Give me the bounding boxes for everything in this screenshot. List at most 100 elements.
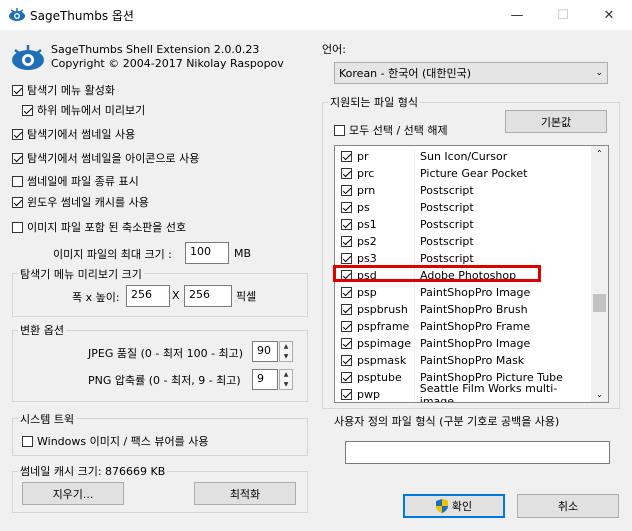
preview-size-title: 탐색기 메뉴 미리보기 크기 — [18, 266, 144, 282]
filetype-description: PaintShopPro Image — [420, 337, 531, 350]
windows-cache-option[interactable]: 윈도우 썸네일 캐시를 사용 — [12, 194, 149, 210]
filetype-ext: ps2 — [357, 235, 377, 248]
filetype-checkbox[interactable] — [341, 355, 352, 366]
list-item[interactable]: prn Postscript — [335, 182, 591, 199]
filetype-ext: pspframe — [357, 320, 410, 333]
thumb-as-icons-option[interactable]: 탐색기에서 썸네일을 아이콘으로 사용 — [12, 150, 199, 166]
thumb-as-icons-checkbox[interactable] — [12, 152, 23, 164]
ok-button[interactable]: 확인 — [403, 494, 505, 518]
spin-up-icon[interactable]: ▲ — [280, 370, 292, 380]
list-item[interactable]: ps2 Postscript — [335, 233, 591, 250]
select-all-checkbox[interactable] — [334, 124, 345, 136]
list-item[interactable]: pspframe PaintShopPro Frame — [335, 318, 591, 335]
show-filetype-option[interactable]: 썸네일에 파일 종류 표시 — [12, 173, 139, 189]
submenu-preview-option[interactable]: 하위 메뉴에서 미리보기 — [22, 102, 145, 118]
spin-down-icon[interactable]: ▼ — [280, 380, 292, 390]
filetype-checkbox[interactable] — [341, 287, 352, 298]
cache-size-label: 썸네일 캐시 크기: 876669 KB — [18, 463, 168, 479]
list-scrollbar[interactable]: ⌃ ⌄ — [591, 146, 608, 402]
preview-width-input[interactable]: 256 — [126, 285, 170, 307]
select-all-option[interactable]: 모두 선택 / 선택 해제 — [334, 122, 448, 138]
close-button[interactable]: ✕ — [586, 0, 632, 30]
prefer-embedded-checkbox[interactable] — [12, 221, 23, 233]
png-compression-spinner[interactable]: ▲ ▼ — [279, 369, 293, 390]
preview-x-label: X — [172, 289, 180, 302]
filetype-checkbox[interactable] — [341, 236, 352, 247]
filetype-checkbox[interactable] — [341, 202, 352, 213]
filetype-ext: prn — [357, 184, 376, 197]
scroll-up-icon[interactable]: ⌃ — [591, 149, 608, 158]
submenu-preview-checkbox[interactable] — [22, 104, 33, 116]
filetype-checkbox[interactable] — [341, 168, 352, 179]
spin-down-icon[interactable]: ▼ — [280, 352, 292, 362]
list-item[interactable]: ps1 Postscript — [335, 216, 591, 233]
filetypes-title: 지원되는 파일 형식 — [328, 94, 420, 110]
cancel-button[interactable]: 취소 — [517, 494, 619, 518]
filetype-checkbox[interactable] — [341, 389, 352, 400]
filetype-ext: ps3 — [357, 252, 377, 265]
list-item[interactable]: psptube PaintShopPro Picture Tube — [335, 369, 591, 386]
filetype-checkbox[interactable] — [341, 253, 352, 264]
filetype-checkbox[interactable] — [341, 151, 352, 162]
filetype-description: PaintShopPro Frame — [420, 320, 531, 333]
filetype-ext: pspbrush — [357, 303, 408, 316]
preview-unit: 픽셀 — [236, 290, 257, 303]
filetype-checkbox[interactable] — [341, 304, 352, 315]
filetype-checkbox[interactable] — [341, 219, 352, 230]
minimize-button[interactable]: — — [494, 0, 540, 30]
use-thumbnails-option[interactable]: 탐색기에서 썸네일 사용 — [12, 126, 135, 142]
scroll-thumb[interactable] — [593, 294, 606, 312]
filetype-ext: ps1 — [357, 218, 377, 231]
use-thumbnails-checkbox[interactable] — [12, 128, 23, 140]
psd-row-highlight — [333, 265, 541, 282]
uac-shield-icon — [435, 499, 448, 513]
show-filetype-checkbox[interactable] — [12, 175, 23, 187]
png-compression-input[interactable]: 9 — [252, 369, 278, 390]
copyright-text: Copyright © 2004-2017 Nikolay Raspopov — [51, 57, 284, 70]
scroll-down-icon[interactable]: ⌄ — [591, 390, 608, 399]
list-item[interactable]: pwp Seattle Film Works multi-image — [335, 382, 591, 402]
clear-cache-button[interactable]: 지우기... — [22, 482, 124, 505]
preview-height-input[interactable]: 256 — [184, 285, 232, 307]
optimize-cache-button[interactable]: 최적화 — [194, 482, 296, 505]
custom-types-input[interactable] — [345, 441, 610, 464]
filetype-checkbox[interactable] — [341, 321, 352, 332]
language-label: 언어: — [322, 43, 346, 56]
filetype-ext: prc — [357, 167, 375, 180]
filetype-description: Postscript — [420, 252, 474, 265]
jpeg-quality-spinner[interactable]: ▲ ▼ — [279, 341, 293, 362]
default-button[interactable]: 기본값 — [505, 110, 607, 133]
sagethumbs-logo-icon — [9, 8, 25, 21]
list-item[interactable]: pspbrush PaintShopPro Brush — [335, 301, 591, 318]
maximize-button: ☐ — [557, 7, 569, 23]
filetype-description: Sun Icon/Cursor — [420, 150, 508, 163]
enable-menu-option[interactable]: 탐색기 메뉴 활성화 — [12, 82, 115, 98]
list-item[interactable]: pspimage PaintShopPro Image — [335, 335, 591, 352]
filetype-description: PaintShopPro Brush — [420, 303, 528, 316]
max-size-input[interactable]: 100 — [185, 242, 229, 264]
windows-cache-checkbox[interactable] — [12, 196, 23, 208]
list-item[interactable]: pr Sun Icon/Cursor — [335, 148, 591, 165]
list-item[interactable]: pspmask PaintShopPro Mask — [335, 352, 591, 369]
prefer-embedded-option[interactable]: 이미지 파일 포함 된 축소판을 선호 — [12, 219, 186, 235]
filetype-description: Picture Gear Pocket — [420, 167, 528, 180]
system-tweaks-title: 시스템 트윅 — [18, 411, 77, 427]
filetype-description: PaintShopPro Mask — [420, 354, 525, 367]
filetype-checkbox[interactable] — [341, 185, 352, 196]
list-item[interactable]: psp PaintShopPro Image — [335, 284, 591, 301]
enable-menu-checkbox[interactable] — [12, 84, 23, 96]
spin-up-icon[interactable]: ▲ — [280, 342, 292, 352]
conversion-title: 변환 옵션 — [18, 322, 66, 338]
jpeg-quality-input[interactable]: 90 — [252, 341, 278, 362]
language-select[interactable]: Korean - 한국어 (대한민국) ⌄ — [334, 62, 608, 84]
wiv-checkbox[interactable] — [22, 435, 33, 447]
wiv-option[interactable]: Windows 이미지 / 팩스 뷰어를 사용 — [22, 433, 209, 449]
filetype-description: PaintShopPro Image — [420, 286, 531, 299]
filetype-checkbox[interactable] — [341, 338, 352, 349]
png-compression-label: PNG 압축률 (0 - 최저, 9 - 최고) — [88, 374, 241, 387]
list-item[interactable]: prc Picture Gear Pocket — [335, 165, 591, 182]
filetype-description: Postscript — [420, 218, 474, 231]
max-size-label: 이미지 파일의 최대 크기 : — [53, 248, 172, 261]
filetype-checkbox[interactable] — [341, 372, 352, 383]
list-item[interactable]: ps Postscript — [335, 199, 591, 216]
